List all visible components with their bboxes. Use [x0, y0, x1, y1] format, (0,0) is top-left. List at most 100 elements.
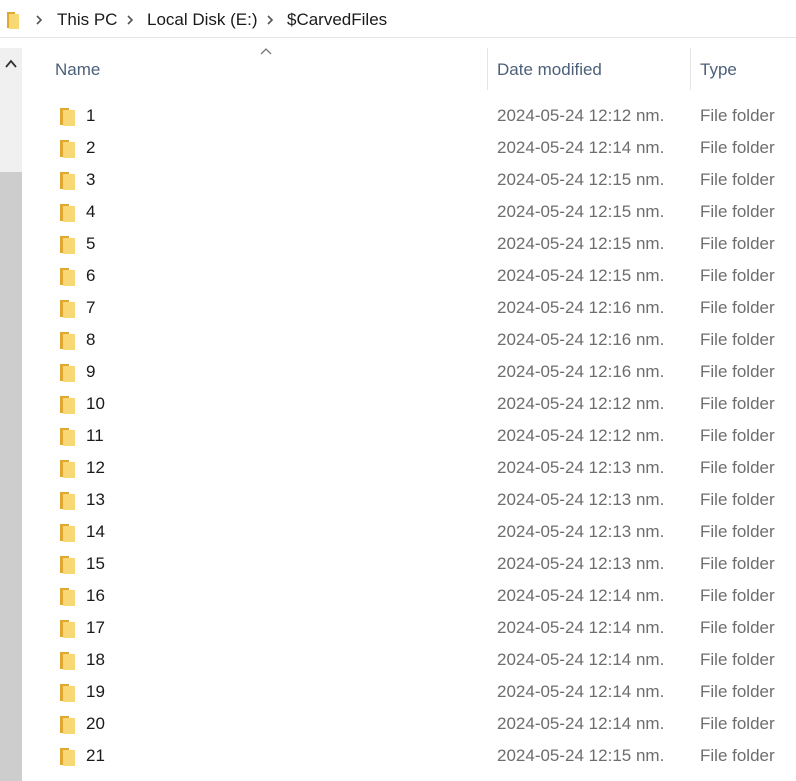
file-date-modified: 2024-05-24 12:15 nm.	[497, 234, 665, 253]
file-row[interactable]: 18 2024-05-24 12:14 nm. File folder	[0, 644, 796, 676]
file-row[interactable]: 19 2024-05-24 12:14 nm. File folder	[0, 676, 796, 708]
folder-icon	[60, 748, 75, 766]
file-row[interactable]: 13 2024-05-24 12:13 nm. File folder	[0, 484, 796, 516]
folder-icon	[7, 12, 19, 29]
file-date-modified: 2024-05-24 12:14 nm.	[497, 138, 665, 157]
file-name[interactable]: 14	[86, 522, 105, 542]
file-row[interactable]: 15 2024-05-24 12:13 nm. File folder	[0, 548, 796, 580]
file-row[interactable]: 16 2024-05-24 12:14 nm. File folder	[0, 580, 796, 612]
file-row[interactable]: 6 2024-05-24 12:15 nm. File folder	[0, 260, 796, 292]
file-date-modified: 2024-05-24 12:14 nm.	[497, 714, 665, 733]
file-date-modified: 2024-05-24 12:15 nm.	[497, 170, 665, 189]
file-date-modified: 2024-05-24 12:12 nm.	[497, 426, 665, 445]
file-type: File folder	[700, 394, 775, 413]
column-header-name[interactable]: Name	[55, 60, 100, 80]
file-row[interactable]: 12 2024-05-24 12:13 nm. File folder	[0, 452, 796, 484]
breadcrumb-item-carved-files[interactable]: $CarvedFiles	[287, 10, 387, 30]
breadcrumb-item-local-disk[interactable]: Local Disk (E:)	[147, 10, 258, 30]
file-type: File folder	[700, 714, 775, 733]
file-row[interactable]: 3 2024-05-24 12:15 nm. File folder	[0, 164, 796, 196]
file-date-modified: 2024-05-24 12:14 nm.	[497, 650, 665, 669]
file-name[interactable]: 19	[86, 682, 105, 702]
chevron-right-icon[interactable]	[34, 15, 44, 25]
file-date-modified: 2024-05-24 12:14 nm.	[497, 682, 665, 701]
file-type: File folder	[700, 138, 775, 157]
folder-icon	[60, 140, 75, 158]
breadcrumb-item-this-pc[interactable]: This PC	[57, 10, 117, 30]
file-name[interactable]: 17	[86, 618, 105, 638]
file-name[interactable]: 7	[86, 298, 95, 318]
file-row[interactable]: 8 2024-05-24 12:16 nm. File folder	[0, 324, 796, 356]
file-name[interactable]: 8	[86, 330, 95, 350]
file-type: File folder	[700, 234, 775, 253]
file-date-modified: 2024-05-24 12:15 nm.	[497, 746, 665, 765]
file-name[interactable]: 5	[86, 234, 95, 254]
file-type: File folder	[700, 490, 775, 509]
file-name[interactable]: 2	[86, 138, 95, 158]
file-type: File folder	[700, 586, 775, 605]
file-name[interactable]: 20	[86, 714, 105, 734]
file-name[interactable]: 6	[86, 266, 95, 286]
file-type: File folder	[700, 458, 775, 477]
file-row[interactable]: 7 2024-05-24 12:16 nm. File folder	[0, 292, 796, 324]
file-date-modified: 2024-05-24 12:14 nm.	[497, 586, 665, 605]
column-header-date-modified[interactable]: Date modified	[497, 60, 602, 80]
folder-icon	[60, 204, 75, 222]
column-header-type[interactable]: Type	[700, 60, 737, 80]
file-row[interactable]: 17 2024-05-24 12:14 nm. File folder	[0, 612, 796, 644]
folder-icon	[60, 588, 75, 606]
file-date-modified: 2024-05-24 12:15 nm.	[497, 266, 665, 285]
file-row[interactable]: 11 2024-05-24 12:12 nm. File folder	[0, 420, 796, 452]
folder-icon	[60, 268, 75, 286]
folder-icon	[60, 620, 75, 638]
file-row[interactable]: 9 2024-05-24 12:16 nm. File folder	[0, 356, 796, 388]
folder-icon	[60, 556, 75, 574]
sort-caret-icon	[260, 48, 272, 55]
file-name[interactable]: 10	[86, 394, 105, 414]
file-name[interactable]: 12	[86, 458, 105, 478]
file-row[interactable]: 2 2024-05-24 12:14 nm. File folder	[0, 132, 796, 164]
chevron-up-icon[interactable]	[0, 48, 22, 78]
folder-icon	[60, 524, 75, 542]
file-name[interactable]: 1	[86, 106, 95, 126]
file-row[interactable]: 21 2024-05-24 12:15 nm. File folder	[0, 740, 796, 772]
file-name[interactable]: 21	[86, 746, 105, 766]
file-type: File folder	[700, 618, 775, 637]
file-date-modified: 2024-05-24 12:16 nm.	[497, 298, 665, 317]
file-name[interactable]: 3	[86, 170, 95, 190]
address-bar[interactable]: This PC Local Disk (E:) $CarvedFiles	[0, 0, 796, 38]
column-divider[interactable]	[487, 48, 488, 90]
file-type: File folder	[700, 426, 775, 445]
file-type: File folder	[700, 106, 775, 125]
file-row[interactable]: 1 2024-05-24 12:12 nm. File folder	[0, 100, 796, 132]
file-name[interactable]: 15	[86, 554, 105, 574]
file-name[interactable]: 9	[86, 362, 95, 382]
folder-icon	[60, 716, 75, 734]
file-name[interactable]: 4	[86, 202, 95, 222]
file-type: File folder	[700, 330, 775, 349]
folder-icon	[60, 460, 75, 478]
chevron-right-icon[interactable]	[265, 15, 275, 25]
file-row[interactable]: 20 2024-05-24 12:14 nm. File folder	[0, 708, 796, 740]
file-name[interactable]: 18	[86, 650, 105, 670]
column-divider[interactable]	[690, 48, 691, 90]
file-row[interactable]: 5 2024-05-24 12:15 nm. File folder	[0, 228, 796, 260]
chevron-right-icon[interactable]	[125, 15, 135, 25]
folder-icon	[60, 428, 75, 446]
file-type: File folder	[700, 298, 775, 317]
file-type: File folder	[700, 522, 775, 541]
file-date-modified: 2024-05-24 12:16 nm.	[497, 330, 665, 349]
file-name[interactable]: 11	[86, 426, 104, 446]
file-name[interactable]: 13	[86, 490, 105, 510]
file-list: 1 2024-05-24 12:12 nm. File folder 2 2024-05…	[0, 100, 796, 772]
file-row[interactable]: 4 2024-05-24 12:15 nm. File folder	[0, 196, 796, 228]
folder-icon	[60, 172, 75, 190]
folder-icon	[60, 652, 75, 670]
file-type: File folder	[700, 170, 775, 189]
file-date-modified: 2024-05-24 12:16 nm.	[497, 362, 665, 381]
file-type: File folder	[700, 266, 775, 285]
file-row[interactable]: 10 2024-05-24 12:12 nm. File folder	[0, 388, 796, 420]
file-name[interactable]: 16	[86, 586, 105, 606]
file-type: File folder	[700, 650, 775, 669]
file-row[interactable]: 14 2024-05-24 12:13 nm. File folder	[0, 516, 796, 548]
